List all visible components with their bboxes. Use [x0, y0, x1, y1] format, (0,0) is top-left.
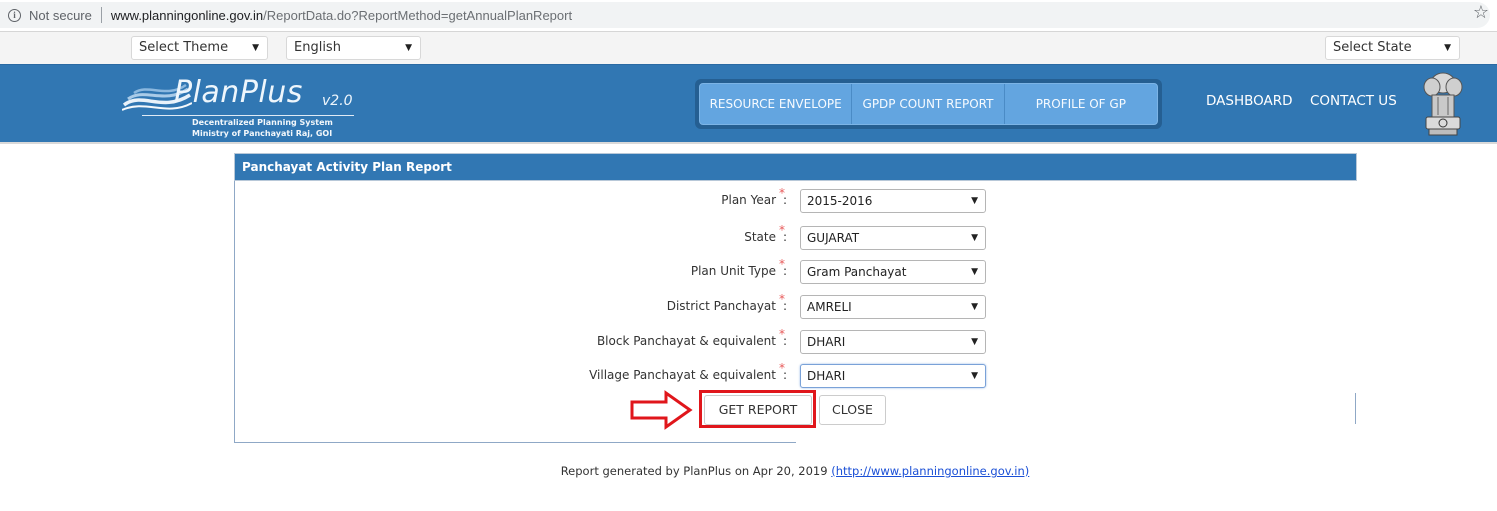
block-panchayat-select[interactable]: DHARI ▼: [800, 330, 986, 354]
chevron-down-icon: ▼: [971, 233, 978, 243]
plan-year-value: 2015-2016: [807, 194, 873, 208]
logo-underline: [142, 115, 354, 116]
close-button[interactable]: CLOSE: [819, 395, 886, 425]
bookmark-star-icon[interactable]: ☆: [1473, 2, 1489, 24]
form-row-block-panchayat: Block Panchayat & equivalent * : DHARI ▼: [0, 327, 1000, 356]
field-colon: :: [783, 230, 788, 244]
url-path: /ReportData.do?ReportMethod=getAnnualPla…: [263, 7, 573, 23]
panel-border: [1355, 393, 1356, 424]
form-row-plan-year: Plan Year * : 2015-2016 ▼: [0, 186, 1000, 215]
logo-title: PlanPlus: [174, 75, 303, 110]
chevron-down-icon: ▼: [971, 267, 978, 277]
plan-unit-type-value: Gram Panchayat: [807, 265, 907, 279]
logo-ministry: Ministry of Panchayati Raj, GOI: [192, 129, 333, 138]
chevron-down-icon: ▼: [971, 371, 978, 381]
site-header: PlanPlus v2.0 Decentralized Planning Sys…: [0, 64, 1497, 144]
resource-envelope-button[interactable]: RESOURCE ENVELOPE: [700, 84, 853, 124]
gpdp-count-report-button[interactable]: GPDP COUNT REPORT: [852, 84, 1005, 124]
district-panchayat-value: AMRELI: [807, 300, 852, 314]
logo-version: v2.0: [322, 93, 353, 109]
url-host: www.planningonline.gov.in: [110, 7, 264, 23]
field-colon: :: [783, 334, 788, 348]
profile-of-gp-button[interactable]: PROFILE OF GP: [1005, 84, 1157, 124]
theme-select[interactable]: Select Theme ▼: [131, 36, 268, 60]
state-select-value: Select State: [1333, 40, 1412, 55]
browser-address-bar: i Not secure www.planningonline.gov.in/R…: [0, 0, 1497, 32]
field-colon: :: [783, 264, 788, 278]
field-label: Block Panchayat & equivalent: [596, 334, 776, 348]
chevron-down-icon: ▼: [405, 43, 412, 53]
info-circle-icon[interactable]: i: [8, 8, 21, 22]
language-select-value: English: [294, 40, 341, 55]
plan-year-select[interactable]: 2015-2016 ▼: [800, 189, 986, 213]
top-utility-strip: Select Theme ▼ English ▼ Select State ▼: [0, 32, 1497, 64]
panel-border: [234, 442, 796, 443]
language-select[interactable]: English ▼: [286, 36, 421, 60]
chevron-down-icon: ▼: [971, 302, 978, 312]
form-row-district-panchayat: District Panchayat * : AMRELI ▼: [0, 292, 1000, 321]
field-colon: :: [783, 299, 788, 313]
state-value: GUJARAT: [807, 231, 860, 245]
national-emblem-icon: [1423, 72, 1463, 136]
report-nav-group: RESOURCE ENVELOPE GPDP COUNT REPORT PROF…: [695, 79, 1162, 129]
chevron-down-icon: ▼: [971, 196, 978, 206]
field-label: District Panchayat: [666, 299, 776, 313]
security-label: Not secure: [29, 7, 92, 23]
village-panchayat-select[interactable]: DHARI ▼: [800, 364, 986, 388]
form-row-village-panchayat: Village Panchayat & equivalent * : DHARI…: [0, 361, 1000, 390]
address-separator: [100, 7, 102, 23]
theme-select-value: Select Theme: [139, 40, 229, 55]
block-panchayat-value: DHARI: [807, 335, 846, 349]
get-report-button[interactable]: GET REPORT: [704, 395, 812, 425]
footer-text: Report generated by PlanPlus on Apr 20, …: [560, 464, 832, 478]
report-footer: Report generated by PlanPlus on Apr 20, …: [0, 464, 1497, 478]
state-select[interactable]: Select State ▼: [1325, 36, 1460, 60]
form-row-plan-unit-type: Plan Unit Type * : Gram Panchayat ▼: [0, 257, 1000, 286]
planplus-logo[interactable]: PlanPlus v2.0 Decentralized Planning Sys…: [122, 75, 362, 141]
chevron-down-icon: ▼: [252, 43, 259, 53]
form-row-state: State * : GUJARAT ▼: [0, 223, 1000, 252]
field-colon: :: [783, 368, 788, 382]
contact-us-link[interactable]: CONTACT US: [1310, 93, 1397, 109]
logo-subtitle: Decentralized Planning System: [192, 118, 333, 127]
chevron-down-icon: ▼: [971, 337, 978, 347]
district-panchayat-select[interactable]: AMRELI ▼: [800, 295, 986, 319]
panel-title: Panchayat Activity Plan Report: [234, 153, 1357, 181]
state-field-select[interactable]: GUJARAT ▼: [800, 226, 986, 250]
field-label: State: [744, 230, 776, 244]
dashboard-link[interactable]: DASHBOARD: [1206, 93, 1293, 109]
footer-link[interactable]: (http://www.planningonline.gov.in): [831, 464, 1029, 478]
omnibox[interactable]: i Not secure www.planningonline.gov.in/R…: [0, 2, 1490, 28]
field-colon: :: [783, 193, 788, 207]
field-label: Plan Year: [721, 193, 776, 207]
field-label: Village Panchayat & equivalent: [589, 368, 776, 382]
plan-unit-type-select[interactable]: Gram Panchayat ▼: [800, 260, 986, 284]
field-label: Plan Unit Type: [690, 264, 776, 278]
village-panchayat-value: DHARI: [807, 369, 846, 383]
annotation-arrow-icon: [630, 390, 693, 430]
chevron-down-icon: ▼: [1444, 43, 1451, 53]
